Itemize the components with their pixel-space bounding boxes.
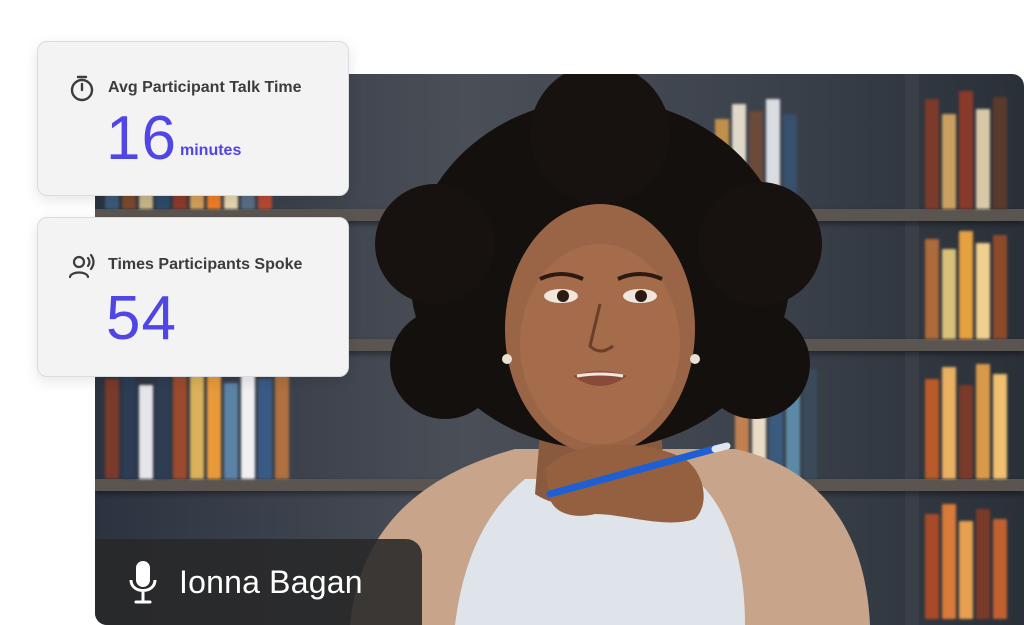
stopwatch-icon (70, 75, 94, 102)
participant-name-tag: Ionna Bagan (95, 539, 422, 625)
speaking-person-icon (68, 253, 95, 279)
talk-time-value: 16 (106, 104, 177, 173)
times-spoke-value: 54 (106, 284, 177, 353)
microphone-icon (129, 561, 157, 604)
talk-time-card: Avg Participant Talk Time 16 minutes (37, 41, 349, 196)
times-spoke-label: Times Participants Spoke (108, 256, 303, 273)
times-spoke-card: Times Participants Spoke 54 (37, 217, 349, 377)
participant-name: Ionna Bagan (179, 563, 363, 600)
talk-time-label: Avg Participant Talk Time (108, 79, 302, 96)
talk-time-unit: minutes (180, 142, 242, 159)
